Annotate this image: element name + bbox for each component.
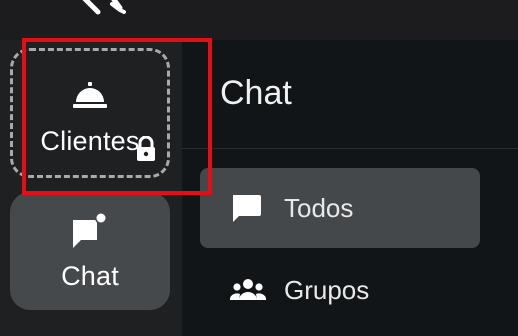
nav-item-label: Grupos: [284, 274, 370, 305]
partial-logo-icon: [82, 0, 126, 15]
rail-item-label: Clientes: [40, 125, 140, 156]
chat-notification-icon: [71, 211, 109, 251]
service-bell-icon: [72, 78, 108, 112]
nav-item-todos[interactable]: Todos: [200, 168, 480, 248]
rail-item-label: Chat: [61, 260, 119, 291]
group-icon: [230, 278, 266, 302]
rail-item-chat[interactable]: Chat: [10, 192, 170, 310]
nav-item-grupos[interactable]: Grupos: [200, 250, 480, 330]
chat-bubble-icon: [230, 193, 266, 223]
lock-icon: [135, 135, 157, 167]
chat-panel: Chat Todos Grupos: [182, 40, 518, 336]
panel-title: Chat: [220, 74, 292, 112]
divider: [182, 148, 518, 149]
top-bar: [0, 0, 518, 40]
nav-item-label: Todos: [284, 192, 354, 223]
rail-item-clientes[interactable]: Clientes: [10, 48, 170, 178]
